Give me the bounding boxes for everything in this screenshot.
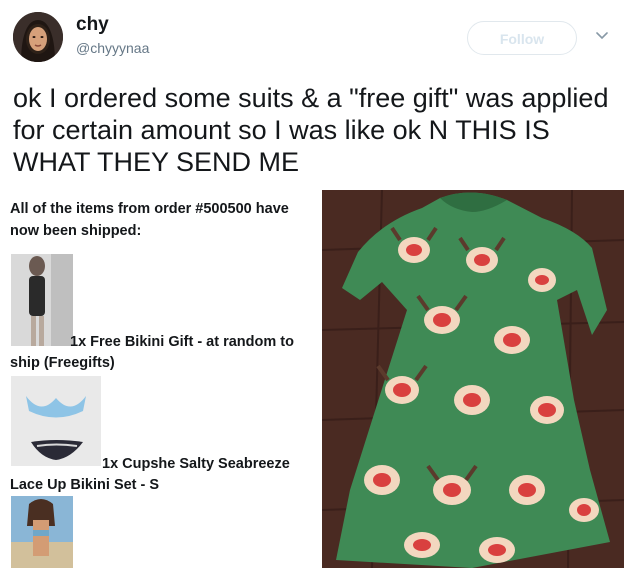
display-name[interactable]: chy [76, 14, 109, 36]
email-intro-text: All of the items from order #500500 have… [10, 201, 289, 239]
model-bikini-thumbnail [11, 496, 73, 568]
email-item-2-label: 1x Cupshe Salty Seabreeze Lace Up Bikini… [10, 456, 290, 493]
email-item-1-label: 1x Free Bikini Gift - at random to ship … [10, 334, 294, 371]
dress-photo [322, 190, 624, 568]
cupshe-bikini-thumbnail [11, 376, 101, 466]
follow-button[interactable]: Follow [467, 21, 577, 55]
tweet-text: ok I ordered some suits & a "free gift" … [13, 83, 609, 177]
avatar[interactable] [13, 12, 63, 62]
order-email-screenshot: All of the items from order #500500 have… [0, 190, 322, 568]
chevron-down-icon[interactable] [596, 30, 608, 42]
user-handle[interactable]: @chyyynaa [76, 40, 149, 56]
